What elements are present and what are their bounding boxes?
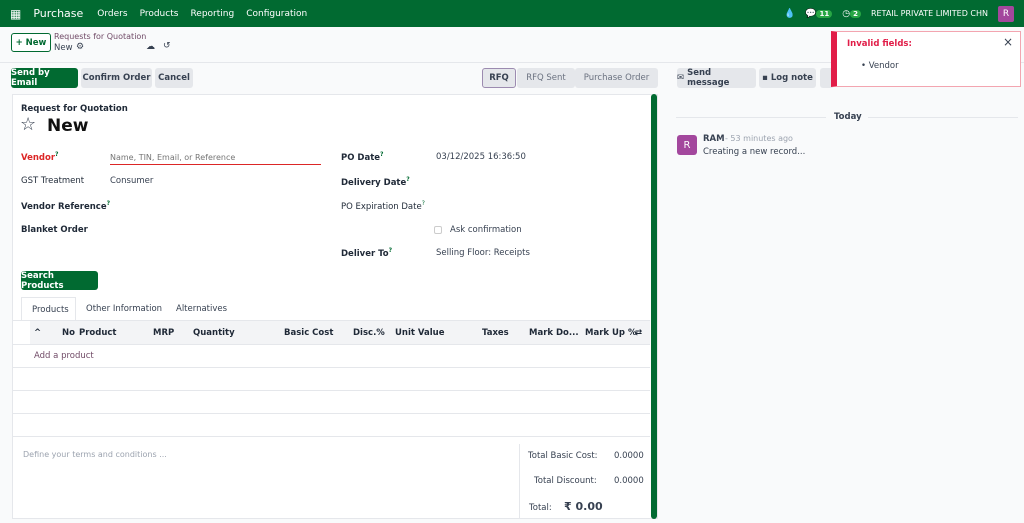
vendor-ref-text: Vendor Reference (21, 201, 107, 212)
blanket-order-label: Blanket Order (21, 225, 88, 235)
toast-close-icon[interactable]: × (1003, 35, 1013, 49)
delivery-date-label: Delivery Date? (341, 176, 410, 188)
col-mark-down[interactable]: Mark Do... (529, 328, 579, 338)
form-scrollbar[interactable] (651, 94, 657, 519)
message-avatar[interactable]: R (677, 135, 697, 155)
tab-other-information[interactable]: Other Information (86, 304, 162, 314)
confirm-order-button[interactable]: Confirm Order (81, 68, 152, 88)
menu-reporting[interactable]: Reporting (190, 9, 234, 19)
vendor-label: Vendor? (21, 151, 59, 163)
status-purchase-order[interactable]: Purchase Order (575, 68, 658, 88)
col-product[interactable]: Product (79, 328, 117, 338)
toast-item: • Vendor (861, 61, 899, 71)
col-taxes[interactable]: Taxes (482, 328, 509, 338)
messages-icon[interactable]: 💬 11 (805, 9, 833, 19)
col-quantity[interactable]: Quantity (193, 328, 235, 338)
col-mrp[interactable]: MRP (153, 328, 174, 338)
deliver-to-value[interactable]: Selling Floor: Receipts (436, 248, 530, 258)
apps-menu-icon[interactable]: ▦ (10, 7, 21, 21)
note-icon: ▪ (762, 73, 771, 83)
message-body: Creating a new record... (703, 147, 806, 157)
total-value: ₹ 0.00 (564, 500, 603, 513)
total-discount-value: 0.0000 (614, 476, 644, 486)
gst-value[interactable]: Consumer (110, 176, 153, 186)
chatter-today: Today (834, 112, 862, 122)
activities-badge: 2 (850, 9, 861, 18)
terms-input[interactable]: Define your terms and conditions ... (23, 450, 167, 459)
tab-alternatives[interactable]: Alternatives (176, 304, 227, 314)
send-by-email-button[interactable]: Send by Email (11, 68, 78, 88)
menu-configuration[interactable]: Configuration (246, 9, 307, 19)
log-note-label: Log note (770, 73, 813, 83)
po-date-value[interactable]: 03/12/2025 16:36:50 (436, 152, 526, 162)
col-no[interactable]: No (62, 328, 75, 338)
user-avatar[interactable]: R (998, 5, 1014, 22)
tab-products[interactable]: Products (21, 297, 76, 321)
total-basic-cost-label: Total Basic Cost: (528, 451, 598, 461)
col-unit-value[interactable]: Unit Value (395, 328, 444, 338)
debug-icon[interactable]: 💧 (784, 9, 795, 19)
po-date-label: PO Date? (341, 151, 384, 163)
expiration-label: PO Expiration Date? (341, 200, 425, 212)
discard-icon[interactable]: ↺ (163, 41, 171, 51)
add-product-link[interactable]: Add a product (34, 351, 94, 361)
ask-confirmation-label: Ask confirmation (450, 225, 522, 235)
record-name: New (54, 43, 73, 53)
status-rfq[interactable]: RFQ (482, 68, 516, 88)
save-cloud-icon[interactable]: ☁ (146, 42, 155, 52)
messages-badge: 11 (816, 9, 833, 18)
deliver-to-label: Deliver To? (341, 247, 393, 259)
new-button[interactable]: + New (11, 33, 51, 52)
total-basic-cost-value: 0.0000 (614, 451, 644, 461)
search-products-button[interactable]: Search Products (21, 271, 98, 291)
cancel-button[interactable]: Cancel (155, 68, 193, 88)
deliver-to-text: Deliver To (341, 248, 389, 259)
expiration-text: PO Expiration Date (341, 201, 422, 212)
invalid-fields-toast: Invalid fields: × • Vendor (831, 31, 1021, 87)
vendor-label-text: Vendor (21, 152, 56, 163)
company-name[interactable]: RETAIL PRIVATE LIMITED CHN (871, 9, 988, 18)
menu-orders[interactable]: Orders (97, 9, 127, 19)
toast-title: Invalid fields: (847, 39, 912, 49)
envelope-icon: ✉ (677, 73, 688, 83)
activities-icon[interactable]: ◷ 2 (842, 9, 861, 19)
delivery-date-text: Delivery Date (341, 177, 407, 188)
app-name[interactable]: Purchase (33, 7, 83, 20)
sort-icon[interactable]: ^ (34, 328, 41, 338)
total-discount-label: Total Discount: (534, 476, 597, 486)
star-icon[interactable]: ☆ (20, 114, 36, 135)
vendor-ref-label: Vendor Reference? (21, 200, 111, 212)
col-disc[interactable]: Disc.% (353, 328, 385, 338)
send-message-button[interactable]: ✉ Send message (677, 68, 756, 88)
column-settings-icon[interactable]: ⇄ (635, 328, 642, 338)
top-navbar: ▦ Purchase Orders Products Reporting Con… (0, 0, 1024, 27)
ask-confirmation-checkbox[interactable] (434, 226, 442, 234)
status-rfq-sent[interactable]: RFQ Sent (517, 68, 575, 88)
message-time: - 53 minutes ago (725, 134, 793, 143)
gst-label: GST Treatment (21, 176, 85, 186)
vendor-input[interactable] (110, 150, 321, 165)
toast-item-text: Vendor (868, 61, 899, 71)
form-title: New (47, 116, 89, 136)
message-author[interactable]: RAM (703, 134, 725, 144)
gear-icon[interactable]: ⚙ (76, 42, 84, 52)
col-basic-cost[interactable]: Basic Cost (284, 328, 333, 338)
form-subtitle: Request for Quotation (21, 104, 128, 114)
po-date-text: PO Date (341, 152, 381, 163)
total-label: Total: (529, 503, 552, 513)
breadcrumb[interactable]: Requests for Quotation (54, 32, 146, 41)
col-mark-up[interactable]: Mark Up % (585, 328, 636, 338)
menu-products[interactable]: Products (140, 9, 179, 19)
send-message-label: Send message (687, 68, 730, 88)
log-note-button[interactable]: ▪ Log note (759, 68, 816, 88)
